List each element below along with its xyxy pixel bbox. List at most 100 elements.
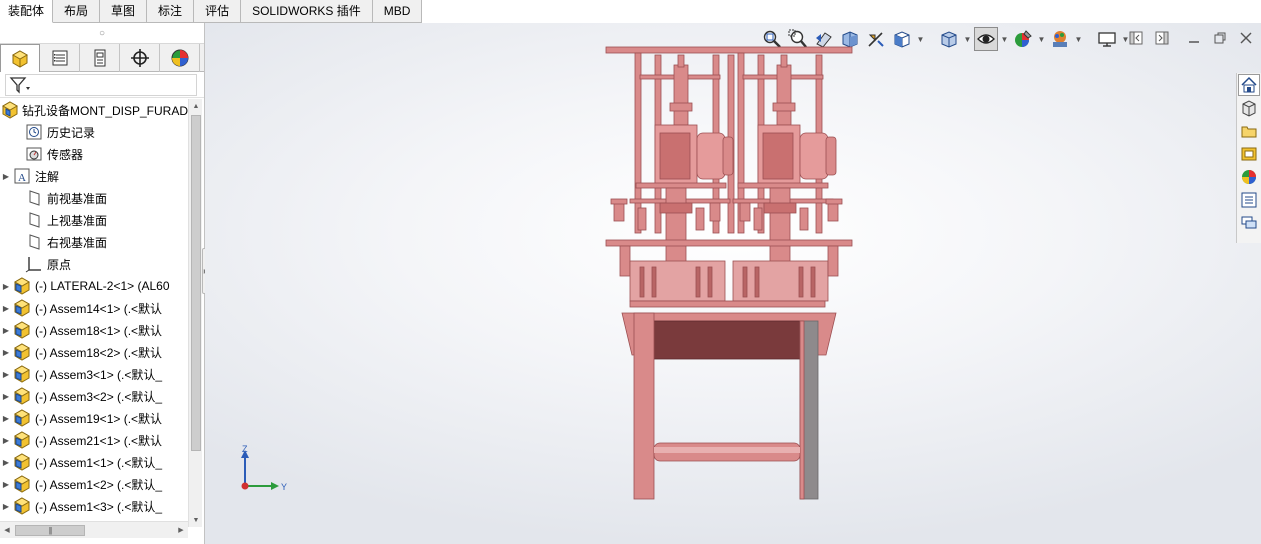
tree-item-label: (-) Assem3<1> (.<默认_ — [35, 367, 163, 382]
file-explorer-icon[interactable] — [1238, 120, 1260, 142]
tree-item[interactable]: ▶ (-) LATERAL-2<1> (AL60 — [0, 275, 188, 297]
filter-row — [0, 72, 204, 98]
tree-horizontal-scrollbar[interactable]: ◀ ||| ▶ — [0, 521, 188, 538]
tree-item[interactable]: 原点 — [0, 253, 188, 275]
tree-item-label: (-) Assem14<1> (.<默认 — [35, 301, 163, 316]
display-manager-tab[interactable] — [160, 44, 200, 72]
tree-item[interactable]: ▶ A 注解 — [0, 165, 188, 187]
expand-arrow-icon[interactable]: ▶ — [0, 414, 12, 423]
tree-vertical-scrollbar[interactable]: ▲ ▼ — [188, 99, 202, 527]
tree-item[interactable]: 历史记录 — [0, 121, 188, 143]
tile-right-icon[interactable] — [1153, 29, 1171, 47]
hide-show-dropdown[interactable]: ▼ — [1000, 27, 1009, 51]
minimize-icon[interactable] — [1185, 29, 1203, 47]
tree-item[interactable]: 传感器 — [0, 143, 188, 165]
tree-item[interactable]: ▶ (-) Assem1<3> (.<默认_ — [0, 495, 188, 517]
expand-arrow-icon[interactable]: ▶ — [0, 282, 12, 291]
subassembly-icon — [12, 299, 32, 317]
tab-assembly[interactable]: 装配体 — [0, 0, 54, 23]
subassembly-icon — [12, 453, 32, 471]
apply-scene-icon[interactable] — [1048, 27, 1072, 51]
horizontal-scroll-thumb[interactable]: ||| — [15, 525, 85, 536]
expand-arrow-icon[interactable]: ▶ — [0, 480, 12, 489]
tree-item[interactable]: ▶ (-) Assem3<1> (.<默认_ — [0, 363, 188, 385]
command-manager-tabs: 装配体 布局 草图 标注 评估 SOLIDWORKS 插件 MBD — [0, 0, 423, 23]
view-orientation-dropdown[interactable]: ▼ — [916, 27, 925, 51]
tree-item-label: (-) Assem1<2> (.<默认_ — [35, 477, 163, 492]
appearance-pie-icon — [171, 49, 188, 67]
expand-arrow-icon[interactable]: ▶ — [0, 392, 12, 401]
custom-properties-icon[interactable] — [1238, 189, 1260, 211]
tab-markup[interactable]: 标注 — [147, 0, 195, 23]
tree-item-label: (-) LATERAL-2<1> (AL60 — [35, 279, 170, 293]
plane-icon — [24, 233, 44, 251]
featuremanager-tab[interactable] — [0, 44, 40, 72]
configurationmanager-tab[interactable] — [80, 44, 120, 72]
edit-appearance-icon[interactable] — [1011, 27, 1035, 51]
tab-mbd[interactable]: MBD — [372, 0, 423, 23]
tree-item[interactable]: ▶ (-) Assem1<1> (.<默认_ — [0, 451, 188, 473]
assembly-model-render[interactable] — [600, 43, 860, 503]
expand-arrow-icon[interactable]: ▶ — [0, 436, 12, 445]
view-orientation-icon[interactable] — [890, 27, 914, 51]
expand-arrow-icon[interactable]: ▶ — [0, 172, 12, 181]
propertymanager-tab[interactable] — [40, 44, 80, 72]
expand-arrow-icon[interactable]: ▶ — [0, 348, 12, 357]
appearances-icon[interactable] — [1238, 166, 1260, 188]
tree-root-assembly[interactable]: 钻孔设备MONT_DISP_FURAD — [0, 99, 188, 121]
tab-sketch[interactable]: 草图 — [100, 0, 148, 23]
subassembly-icon — [12, 321, 32, 339]
tree-item[interactable]: ▶ (-) Assem18<2> (.<默认 — [0, 341, 188, 363]
plane-icon — [24, 189, 44, 207]
tree-item[interactable]: 右视基准面 — [0, 231, 188, 253]
triad-y-label: Y — [281, 482, 287, 492]
expand-arrow-icon[interactable]: ▶ — [0, 502, 12, 511]
tree-item-label: 上视基准面 — [47, 213, 108, 228]
tree-item[interactable]: ▶ (-) Assem14<1> (.<默认 — [0, 297, 188, 319]
tree-item[interactable]: ▶ (-) Assem21<1> (.<默认 — [0, 429, 188, 451]
expand-arrow-icon[interactable]: ▶ — [0, 370, 12, 379]
home-icon[interactable] — [1238, 74, 1260, 96]
tree-filter[interactable] — [5, 73, 197, 96]
tree-item-label: (-) Assem1<3> (.<默认_ — [35, 499, 163, 514]
panel-grip[interactable]: ○ — [0, 23, 204, 44]
expand-arrow-icon[interactable]: ▶ — [0, 304, 12, 313]
scroll-left-icon[interactable]: ◀ — [0, 523, 14, 537]
close-icon[interactable] — [1237, 29, 1255, 47]
tile-left-icon[interactable] — [1127, 29, 1145, 47]
subassembly-icon — [12, 409, 32, 427]
tree-item[interactable]: 前视基准面 — [0, 187, 188, 209]
tree-item-label: 原点 — [47, 257, 72, 272]
scroll-up-icon[interactable]: ▲ — [189, 99, 203, 113]
expand-arrow-icon[interactable]: ▶ — [0, 458, 12, 467]
property-list-icon — [52, 50, 67, 66]
hide-show-items-icon[interactable] — [974, 27, 998, 51]
display-style-icon[interactable] — [937, 27, 961, 51]
tree-item[interactable]: ▶ (-) Assem18<1> (.<默认 — [0, 319, 188, 341]
tree-item[interactable]: 上视基准面 — [0, 209, 188, 231]
tree-item[interactable]: ▶ (-) Assem3<2> (.<默认_ — [0, 385, 188, 407]
expand-arrow-icon[interactable]: ▶ — [0, 326, 12, 335]
tab-evaluate[interactable]: 评估 — [194, 0, 242, 23]
tree-item[interactable]: ▶ (-) Assem1<2> (.<默认_ — [0, 473, 188, 495]
tree-item[interactable]: ▶ (-) Assem19<1> (.<默认 — [0, 407, 188, 429]
viewport-window-controls — [1127, 29, 1171, 47]
view-palette-icon[interactable] — [1238, 143, 1260, 165]
edit-appearance-dropdown[interactable]: ▼ — [1037, 27, 1046, 51]
design-library-icon[interactable] — [1238, 97, 1260, 119]
tree-item-label: 注解 — [35, 169, 60, 184]
display-style-dropdown[interactable]: ▼ — [963, 27, 972, 51]
forum-icon[interactable] — [1238, 212, 1260, 234]
scroll-right-icon[interactable]: ▶ — [174, 523, 188, 537]
dimxpert-tab[interactable] — [120, 44, 160, 72]
featuremanager-icon — [11, 49, 29, 68]
dynamic-annotation-icon[interactable] — [864, 27, 888, 51]
apply-scene-dropdown[interactable]: ▼ — [1074, 27, 1083, 51]
tab-layout[interactable]: 布局 — [53, 0, 101, 23]
restore-icon[interactable] — [1211, 29, 1229, 47]
tab-solidworks-addins[interactable]: SOLIDWORKS 插件 — [241, 0, 373, 23]
view-settings-icon[interactable] — [1095, 27, 1119, 51]
scroll-down-icon[interactable]: ▼ — [189, 513, 203, 527]
graphics-area[interactable]: ▼ ▼ ▼ ▼ ▼ ▼ Z Y — [205, 23, 1261, 544]
vertical-scroll-thumb[interactable] — [191, 115, 201, 451]
